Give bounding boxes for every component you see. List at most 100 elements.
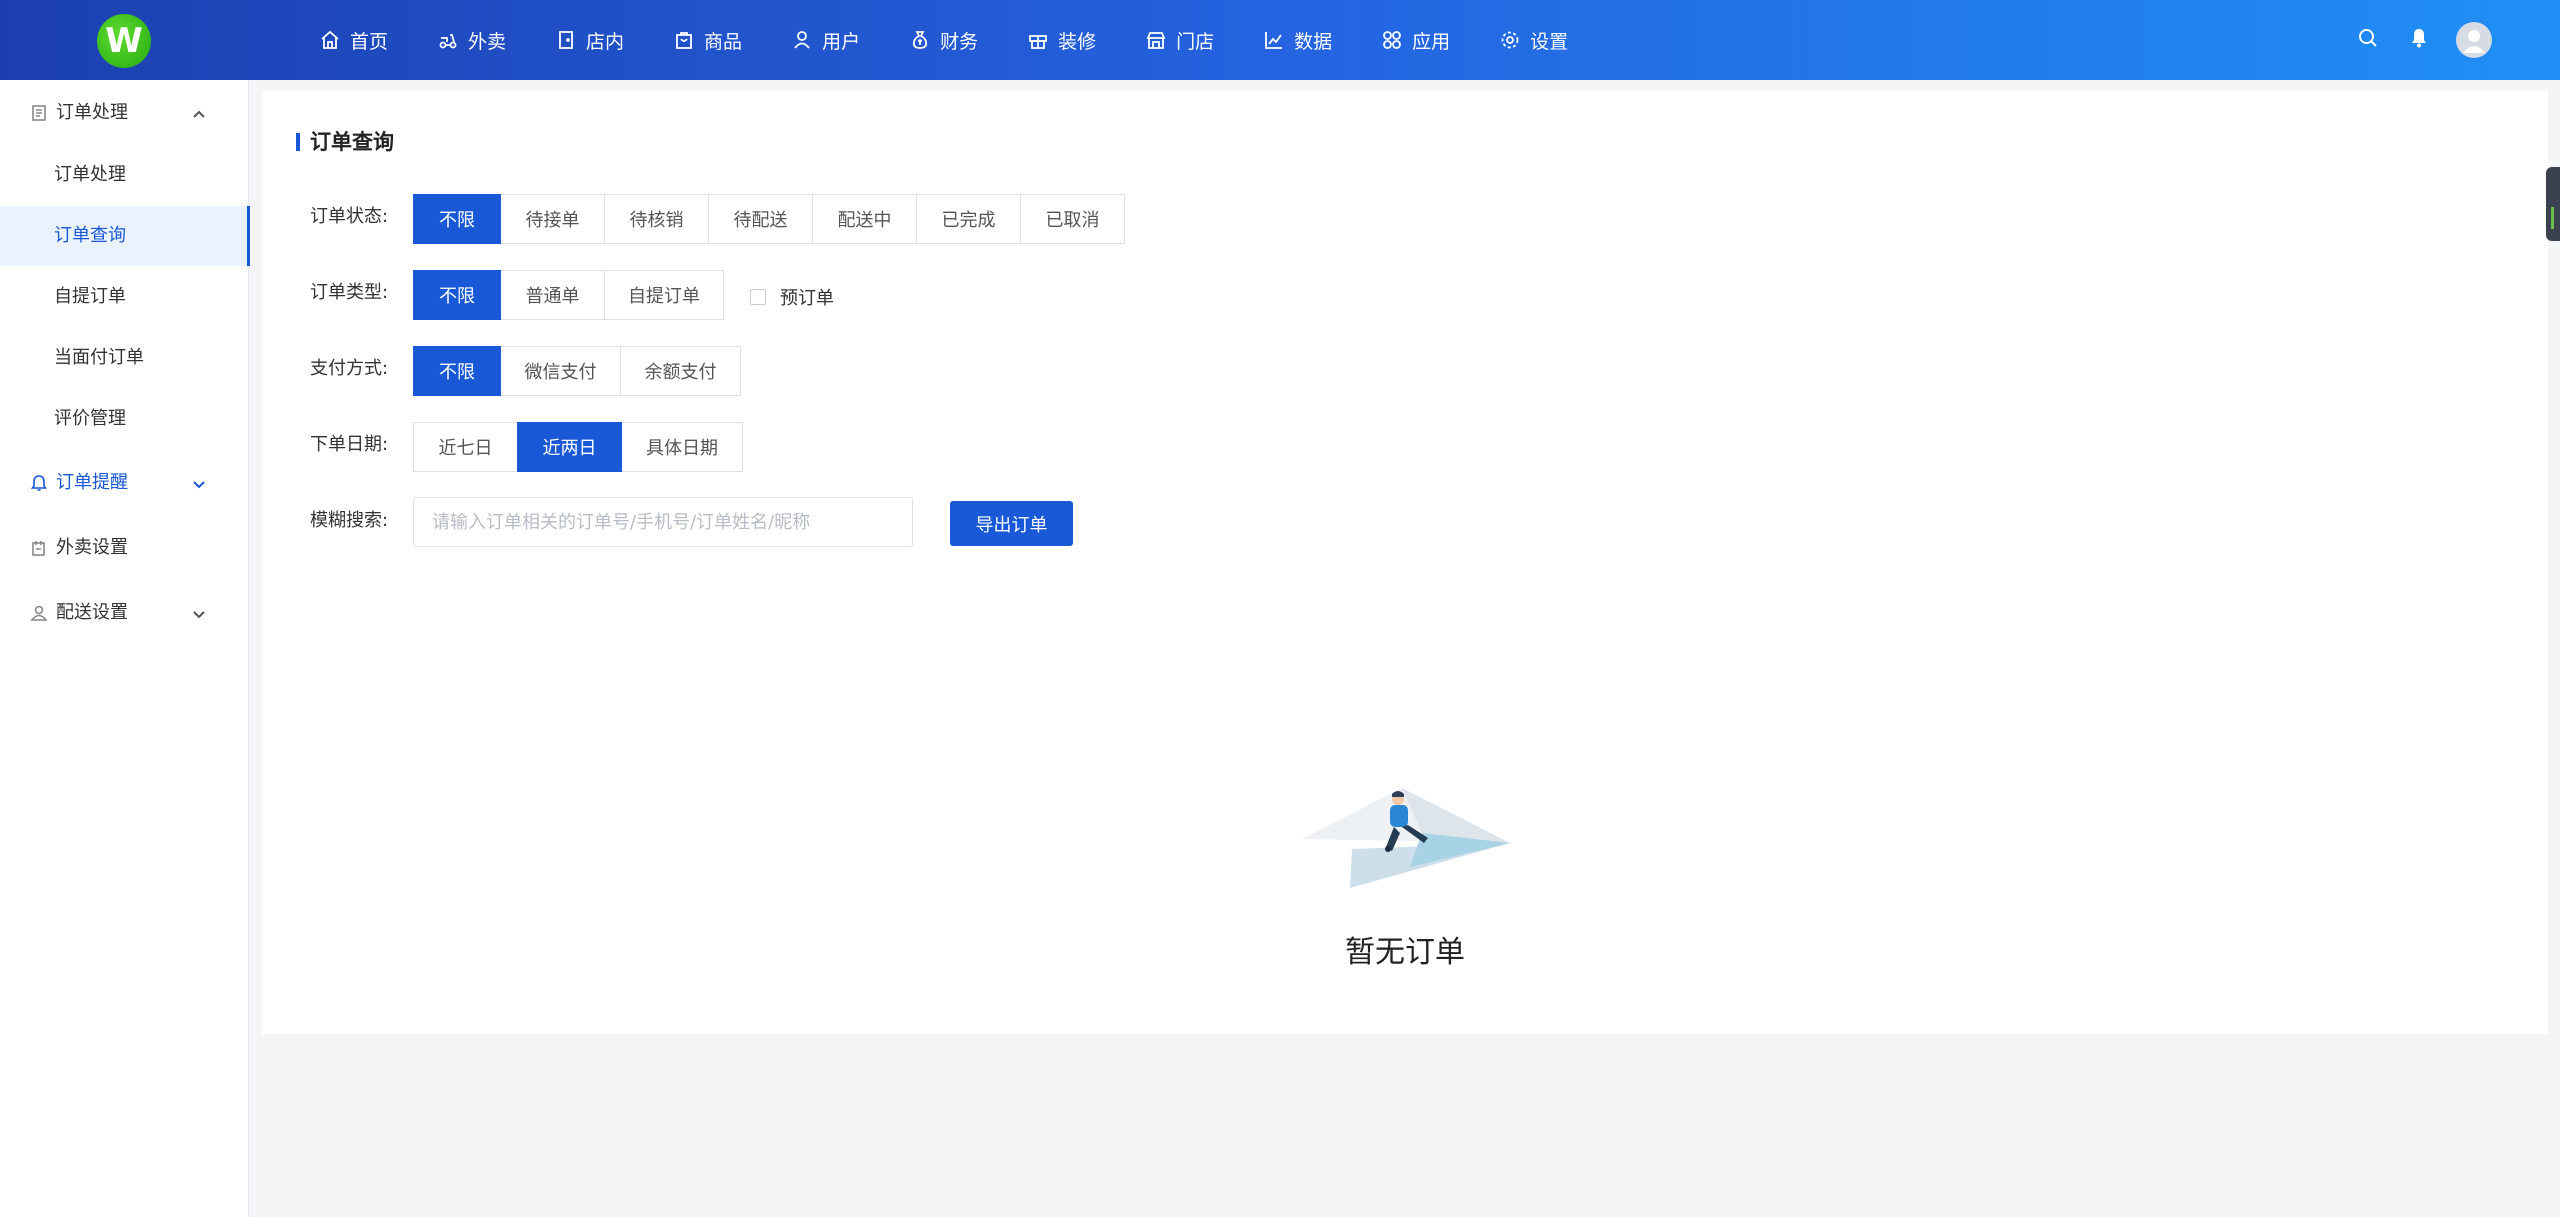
date-option[interactable]: 近七日 bbox=[413, 422, 518, 472]
sidebar-group-takeout-settings[interactable]: 外卖设置 bbox=[0, 518, 249, 578]
export-orders-button[interactable]: 导出订单 bbox=[950, 501, 1073, 546]
sidebar-item-face-pay-orders[interactable]: 当面付订单 bbox=[0, 328, 249, 388]
page-title: 订单查询 bbox=[296, 131, 394, 153]
preorder-label: 预订单 bbox=[780, 288, 834, 309]
sidebar-group-order-reminder[interactable]: 订单提醒 bbox=[0, 453, 249, 513]
nav-item-stores[interactable]: 门店 bbox=[1146, 0, 1214, 80]
payment-option[interactable]: 不限 bbox=[413, 346, 501, 396]
filter-date-group: 近七日 近两日 具体日期 bbox=[413, 422, 743, 472]
sidebar-item-label: 评价管理 bbox=[54, 408, 126, 429]
user-icon bbox=[794, 31, 810, 49]
sidebar-group-label: 配送设置 bbox=[56, 602, 128, 623]
status-option[interactable]: 不限 bbox=[413, 194, 501, 244]
top-navbar: W 首页 外卖 店内 商品 用户 财务 装修 门店 数据 应用 设置 bbox=[0, 0, 2560, 80]
type-option[interactable]: 自提订单 bbox=[604, 270, 724, 320]
filter-type-group: 不限 普通单 自提订单 bbox=[413, 270, 724, 320]
chevron-down-icon bbox=[193, 481, 205, 489]
nav-item-data[interactable]: 数据 bbox=[1264, 0, 1332, 80]
gear-icon bbox=[1501, 31, 1519, 49]
money-bag-icon bbox=[913, 31, 928, 49]
search-icon[interactable] bbox=[2356, 26, 2380, 50]
shop-icon bbox=[1146, 32, 1166, 49]
filter-label-payment: 支付方式: bbox=[310, 358, 389, 379]
apps-icon bbox=[1383, 31, 1402, 49]
fuzzy-search-input[interactable] bbox=[413, 497, 913, 547]
sidebar-item-order-query[interactable]: 订单查询 bbox=[0, 206, 250, 266]
filter-status-group: 不限 待接单 待核销 待配送 配送中 已完成 已取消 bbox=[413, 194, 1125, 244]
nav-item-settings[interactable]: 设置 bbox=[1500, 0, 1568, 80]
nav-label: 外卖 bbox=[468, 30, 507, 53]
user-avatar[interactable] bbox=[2456, 22, 2492, 58]
home-icon bbox=[321, 30, 339, 49]
bell-icon bbox=[30, 475, 48, 491]
nav-item-finance[interactable]: 财务 bbox=[910, 0, 978, 80]
type-option[interactable]: 不限 bbox=[413, 270, 501, 320]
sidebar-group-delivery-settings[interactable]: 配送设置 bbox=[0, 583, 249, 643]
document-icon bbox=[32, 105, 46, 121]
gift-icon bbox=[1029, 35, 1047, 49]
nav-item-in-store[interactable]: 店内 bbox=[556, 0, 624, 80]
delivery-icon bbox=[30, 605, 48, 621]
filter-label-status: 订单状态: bbox=[310, 206, 389, 227]
chevron-up-icon bbox=[193, 110, 205, 118]
nav-label: 设置 bbox=[1530, 30, 1569, 53]
nav-item-takeout[interactable]: 外卖 bbox=[438, 0, 506, 80]
sidebar-group-label: 订单处理 bbox=[56, 102, 128, 123]
chart-line-icon bbox=[1265, 32, 1283, 49]
payment-option[interactable]: 余额支付 bbox=[620, 346, 741, 396]
sidebar-item-label: 订单查询 bbox=[54, 225, 126, 246]
nav-label: 用户 bbox=[822, 30, 861, 53]
nav-label: 店内 bbox=[586, 30, 625, 53]
main-nav: 首页 外卖 店内 商品 用户 财务 装修 门店 数据 应用 设置 bbox=[320, 0, 1618, 80]
nav-item-decoration[interactable]: 装修 bbox=[1028, 0, 1096, 80]
payment-option[interactable]: 微信支付 bbox=[500, 346, 621, 396]
nav-label: 应用 bbox=[1412, 30, 1451, 53]
date-option[interactable]: 近两日 bbox=[517, 422, 622, 472]
sidebar-group-order-processing[interactable]: 订单处理 bbox=[0, 83, 249, 143]
filter-label-date: 下单日期: bbox=[310, 434, 389, 455]
nav-item-home[interactable]: 首页 bbox=[320, 0, 388, 80]
status-option[interactable]: 待配送 bbox=[708, 194, 813, 244]
status-option[interactable]: 配送中 bbox=[812, 194, 917, 244]
status-option[interactable]: 已完成 bbox=[916, 194, 1021, 244]
empty-paper-plane-illustration bbox=[1302, 788, 1510, 888]
nav-item-users[interactable]: 用户 bbox=[792, 0, 860, 80]
sidebar-item-order-processing[interactable]: 订单处理 bbox=[0, 145, 249, 205]
checkbox-box[interactable] bbox=[750, 289, 766, 305]
nav-label: 数据 bbox=[1294, 30, 1333, 53]
nav-item-apps[interactable]: 应用 bbox=[1382, 0, 1450, 80]
main-panel: 订单查询 订单状态: 不限 待接单 待核销 待配送 配送中 已完成 已取消 订单… bbox=[262, 91, 2548, 1034]
sidebar-item-reviews[interactable]: 评价管理 bbox=[0, 389, 249, 449]
store-door-icon bbox=[559, 31, 573, 49]
scooter-icon bbox=[439, 34, 457, 49]
nav-label: 财务 bbox=[940, 30, 979, 53]
sidebar-group-label: 订单提醒 bbox=[56, 472, 128, 493]
filter-payment-group: 不限 微信支付 余额支付 bbox=[413, 346, 741, 396]
type-option[interactable]: 普通单 bbox=[500, 270, 605, 320]
nav-label: 门店 bbox=[1176, 30, 1215, 53]
floating-side-tab[interactable] bbox=[2546, 167, 2560, 241]
chevron-down-icon bbox=[193, 611, 205, 619]
nav-item-products[interactable]: 商品 bbox=[674, 0, 742, 80]
filter-label-search: 模糊搜索: bbox=[310, 510, 389, 531]
bag-icon bbox=[676, 32, 692, 49]
status-option[interactable]: 待核销 bbox=[604, 194, 709, 244]
sidebar-item-pickup-orders[interactable]: 自提订单 bbox=[0, 267, 249, 327]
date-option[interactable]: 具体日期 bbox=[621, 422, 743, 472]
preorder-checkbox[interactable]: 预订单 bbox=[750, 284, 834, 310]
empty-state-text: 暂无订单 bbox=[1345, 935, 1465, 970]
status-option[interactable]: 待接单 bbox=[500, 194, 605, 244]
brand-logo[interactable]: W bbox=[97, 14, 151, 68]
filter-label-type: 订单类型: bbox=[310, 282, 389, 303]
nav-label: 装修 bbox=[1058, 30, 1097, 53]
logo-letter: W bbox=[105, 21, 143, 61]
notification-bell-icon[interactable] bbox=[2407, 26, 2431, 50]
takeout-settings-icon bbox=[32, 541, 45, 556]
nav-label: 商品 bbox=[704, 30, 743, 53]
sidebar-item-label: 当面付订单 bbox=[54, 347, 144, 368]
sidebar-group-label: 外卖设置 bbox=[56, 537, 128, 558]
sidebar-item-label: 订单处理 bbox=[54, 164, 126, 185]
nav-label: 首页 bbox=[350, 30, 389, 53]
sidebar: 订单处理 订单处理 订单查询 自提订单 当面付订单 评价管理 订单提醒 外卖设置… bbox=[0, 80, 250, 1217]
status-option[interactable]: 已取消 bbox=[1020, 194, 1125, 244]
